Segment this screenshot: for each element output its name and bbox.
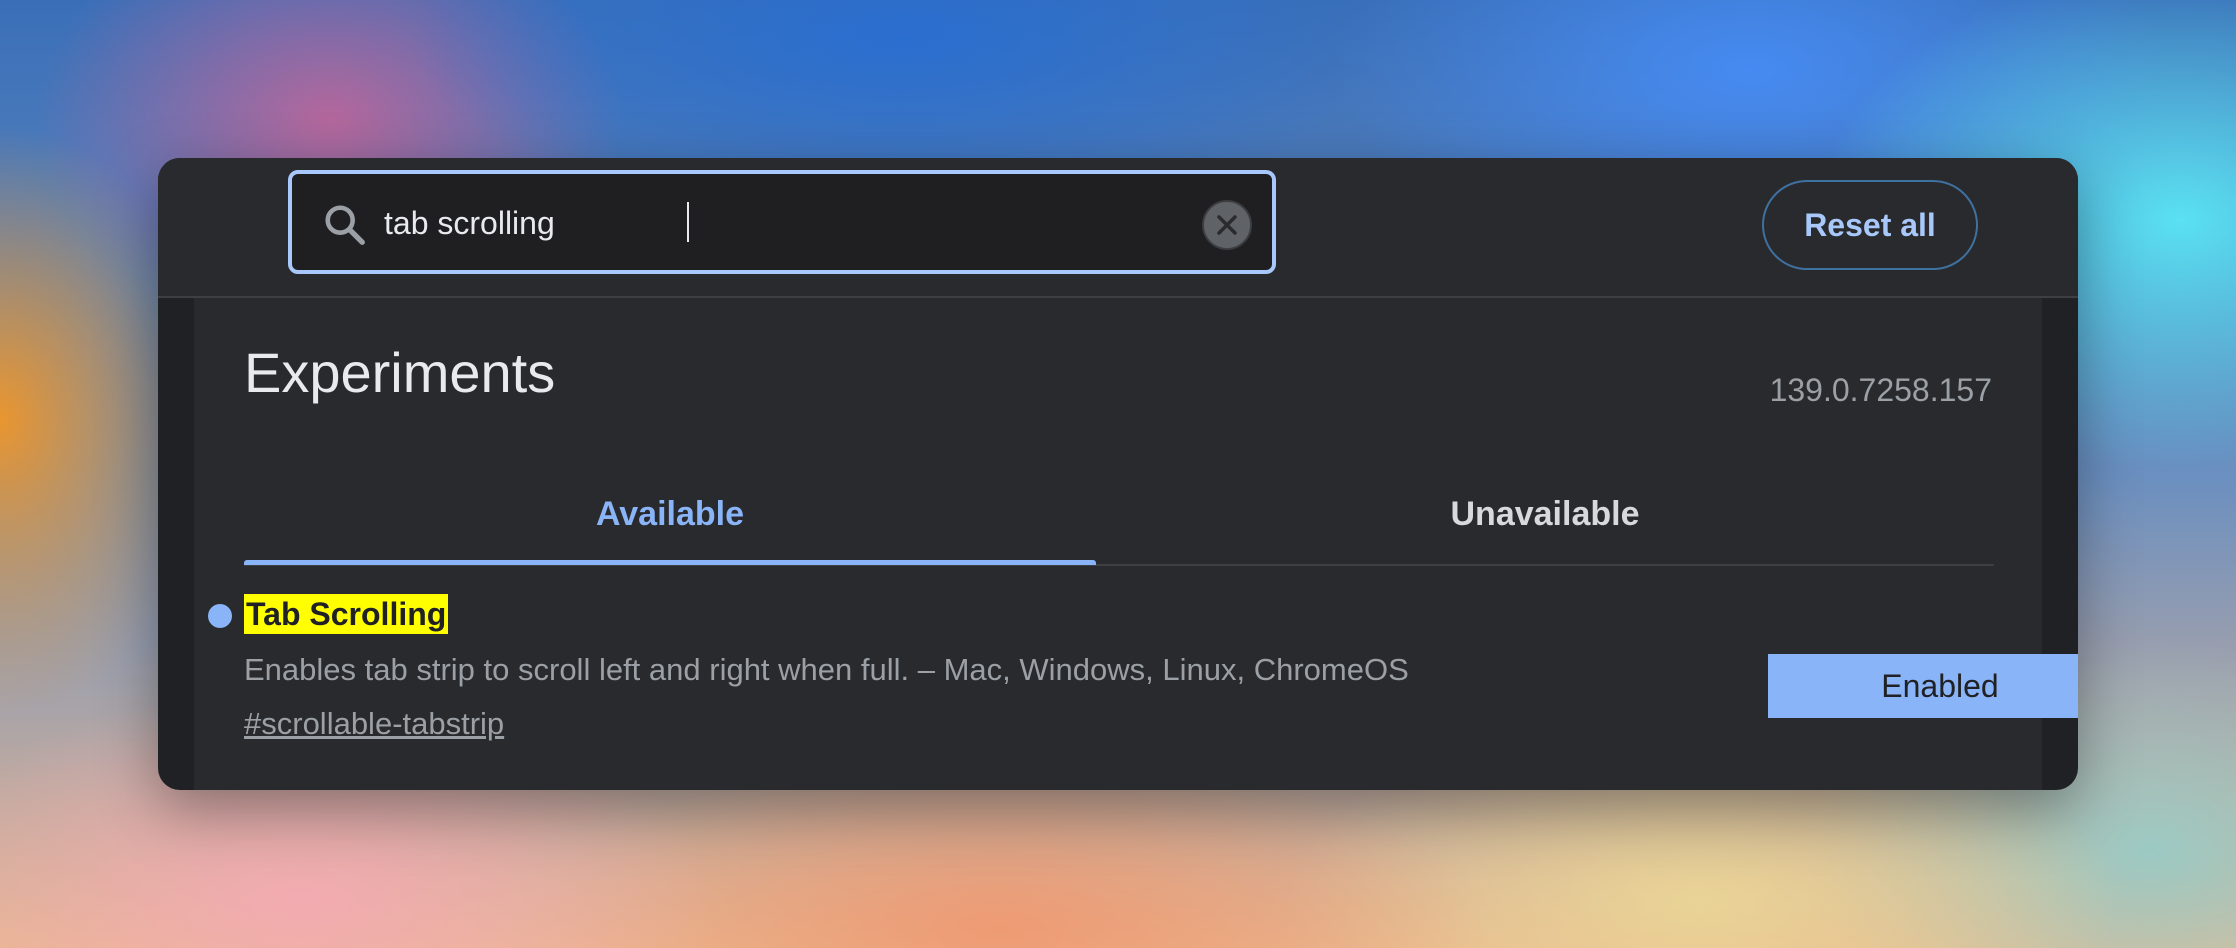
version-label: 139.0.7258.157 (1769, 372, 1992, 408)
tab-available[interactable]: Available (244, 466, 1096, 565)
main-content: Experiments 139.0.7258.157 Available Una… (194, 298, 2078, 790)
active-tab-indicator (244, 560, 1096, 565)
select-value: Enabled (1881, 667, 1999, 704)
search-icon (325, 205, 365, 245)
reset-all-button[interactable]: Reset all (1762, 180, 1978, 270)
page-title: Experiments (244, 341, 556, 404)
experiment-name: Tab Scrolling (244, 594, 449, 634)
search-box[interactable] (288, 170, 1276, 274)
close-icon (1217, 215, 1237, 235)
tab-unavailable-label: Unavailable (1450, 494, 1640, 533)
tab-unavailable[interactable]: Unavailable (1096, 466, 1994, 562)
flags-window: Reset all Experiments 139.0.7258.157 Ava… (158, 158, 2078, 790)
experiment-state-select[interactable]: Enabled (1768, 654, 2078, 718)
experiment-permalink[interactable]: #scrollable-tabstrip (244, 706, 504, 742)
tab-available-label: Available (595, 494, 745, 533)
tab-bar: Available Unavailable (244, 466, 1994, 566)
text-caret (687, 202, 689, 242)
modified-indicator-dot (208, 604, 232, 628)
experiment-item: Tab Scrolling Enables tab strip to scrol… (194, 570, 2078, 790)
search-input[interactable] (384, 194, 1144, 252)
clear-search-button[interactable] (1202, 200, 1252, 250)
header-bar: Reset all (158, 158, 2078, 298)
experiment-description: Enables tab strip to scroll left and rig… (244, 652, 1409, 687)
